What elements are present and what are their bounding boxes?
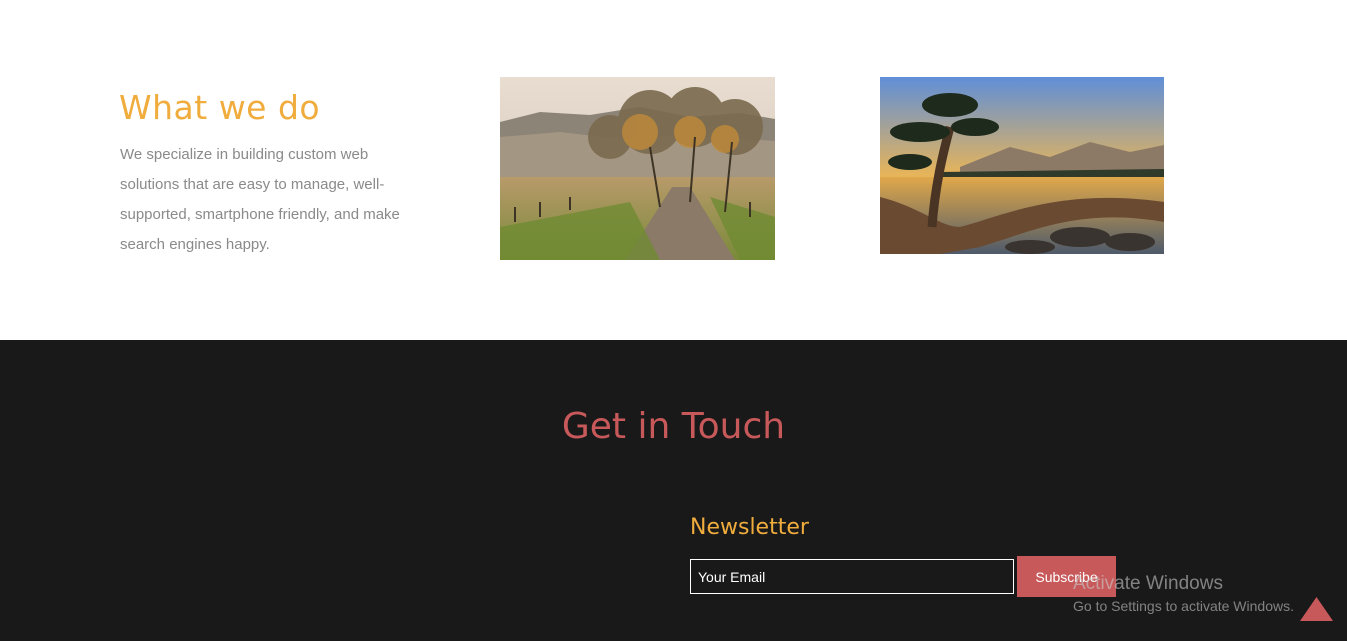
what-we-do-description: We specialize in building custom web sol… [120, 146, 400, 253]
contact-section: Get in Touch Newsletter Subscribe Activa… [0, 340, 1347, 641]
autumn-road-photo [500, 77, 775, 260]
what-we-do-section: What we do We specialize in building cus… [0, 0, 1347, 340]
what-we-do-title: What we do [119, 88, 321, 127]
activate-windows-subtitle: Go to Settings to activate Windows. [1073, 598, 1294, 614]
newsletter-title: Newsletter [690, 515, 809, 540]
activate-windows-title: Activate Windows [1073, 573, 1223, 594]
scroll-to-top-button[interactable] [1300, 597, 1333, 621]
lake-tree-photo [880, 77, 1164, 254]
get-in-touch-title: Get in Touch [561, 406, 786, 447]
email-input[interactable] [690, 559, 1014, 594]
triangle-up-icon [1300, 597, 1333, 621]
